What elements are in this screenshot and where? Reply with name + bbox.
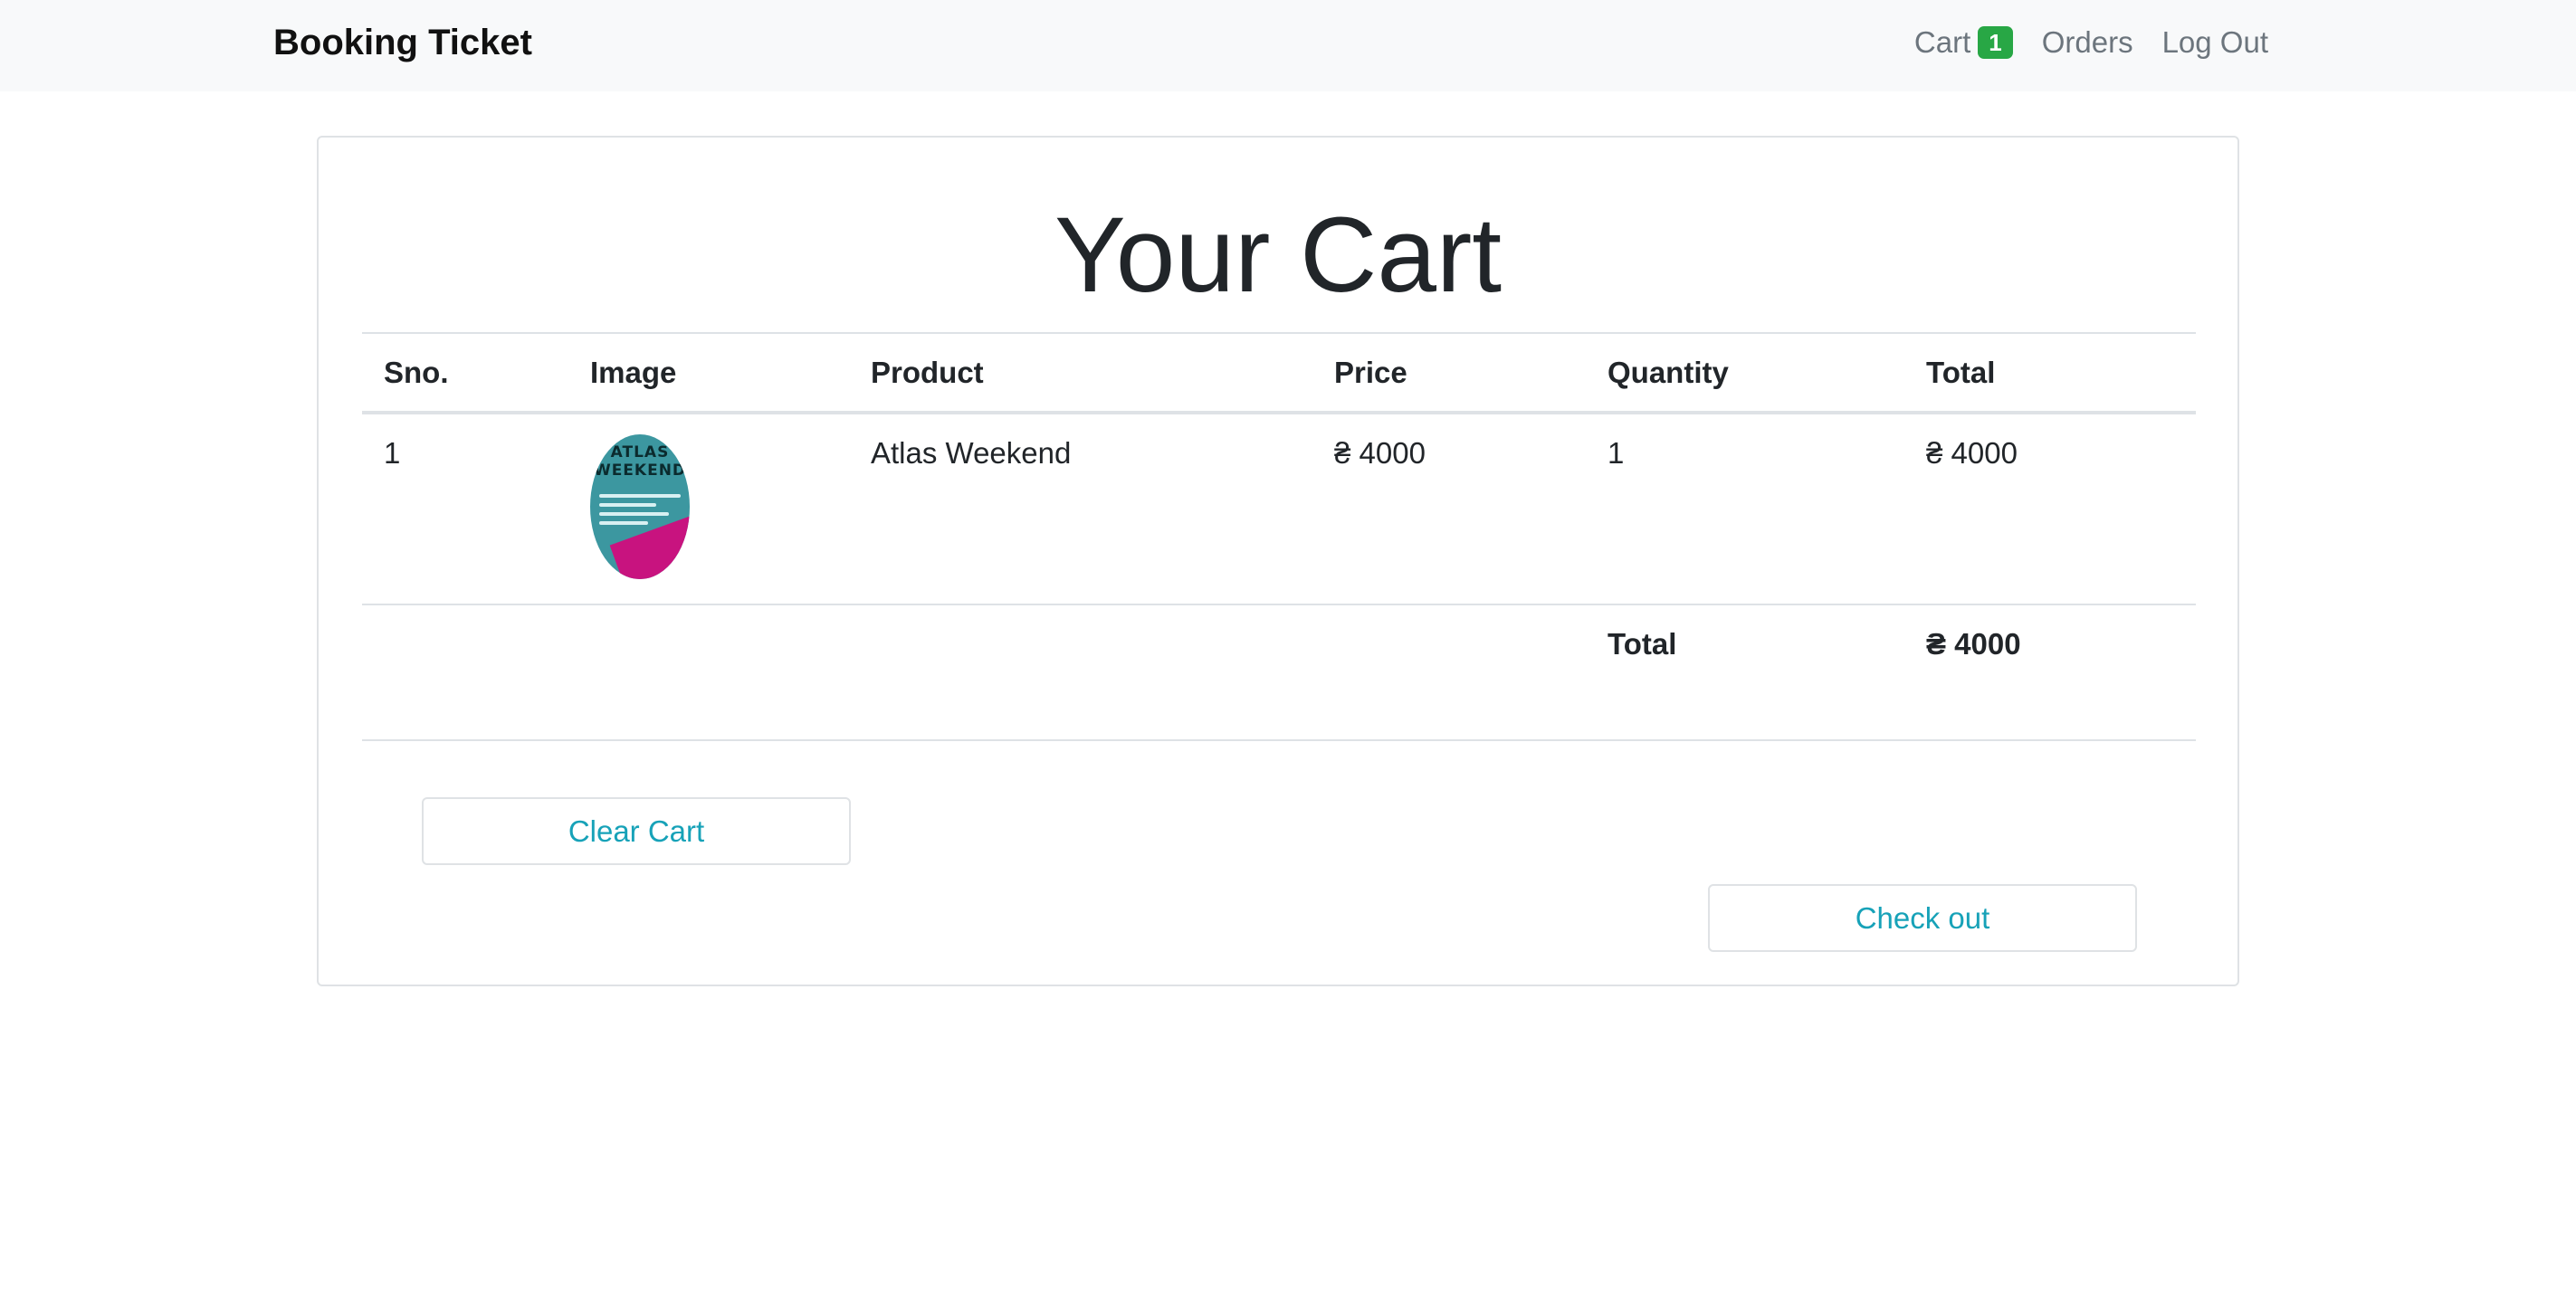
navbar: Booking Ticket Cart 1 Orders Log Out [0, 0, 2576, 91]
product-image: ATLAS WEEKEND [590, 434, 690, 579]
cell-total: ₴ 4000 [1904, 413, 2196, 605]
summary-total-label: Total [1586, 604, 1904, 741]
cart-table: Sno. Image Product Price Quantity Total … [362, 332, 2196, 741]
table-row: 1 ATLAS WEEKEND Atlas Weekend ₴ 4000 1 ₴… [362, 413, 2196, 605]
cart-card: Your Cart Sno. Image Product Price Quant… [317, 136, 2239, 986]
cell-quantity: 1 [1586, 413, 1904, 605]
summary-total-value: ₴ 4000 [1904, 604, 2196, 741]
col-header-sno: Sno. [362, 332, 568, 414]
col-header-price: Price [1312, 332, 1586, 414]
nav-cart-label: Cart [1913, 25, 1971, 59]
cell-product: Atlas Weekend [849, 413, 1312, 605]
table-header-row: Sno. Image Product Price Quantity Total [362, 332, 2196, 414]
nav-logout-link[interactable]: Log Out [2162, 20, 2268, 65]
cell-image: ATLAS WEEKEND [568, 413, 849, 605]
cell-sno: 1 [362, 413, 568, 605]
page-title: Your Cart [1054, 195, 1503, 315]
cart-count-badge: 1 [1978, 26, 2013, 59]
nav-cart-link[interactable]: Cart 1 [1914, 20, 2013, 65]
col-header-quantity: Quantity [1586, 332, 1904, 414]
clear-cart-button[interactable]: Clear Cart [422, 797, 851, 865]
nav-links: Cart 1 Orders Log Out [1914, 20, 2268, 65]
col-header-image: Image [568, 332, 849, 414]
brand-link[interactable]: Booking Ticket [273, 20, 532, 65]
nav-orders-link[interactable]: Orders [2042, 20, 2133, 65]
cell-price: ₴ 4000 [1312, 413, 1586, 605]
product-image-logo-text: ATLAS WEEKEND [593, 443, 687, 480]
col-header-total: Total [1904, 332, 2196, 414]
col-header-product: Product [849, 332, 1312, 414]
checkout-button[interactable]: Check out [1708, 884, 2137, 952]
summary-row: Total ₴ 4000 [362, 604, 2196, 741]
